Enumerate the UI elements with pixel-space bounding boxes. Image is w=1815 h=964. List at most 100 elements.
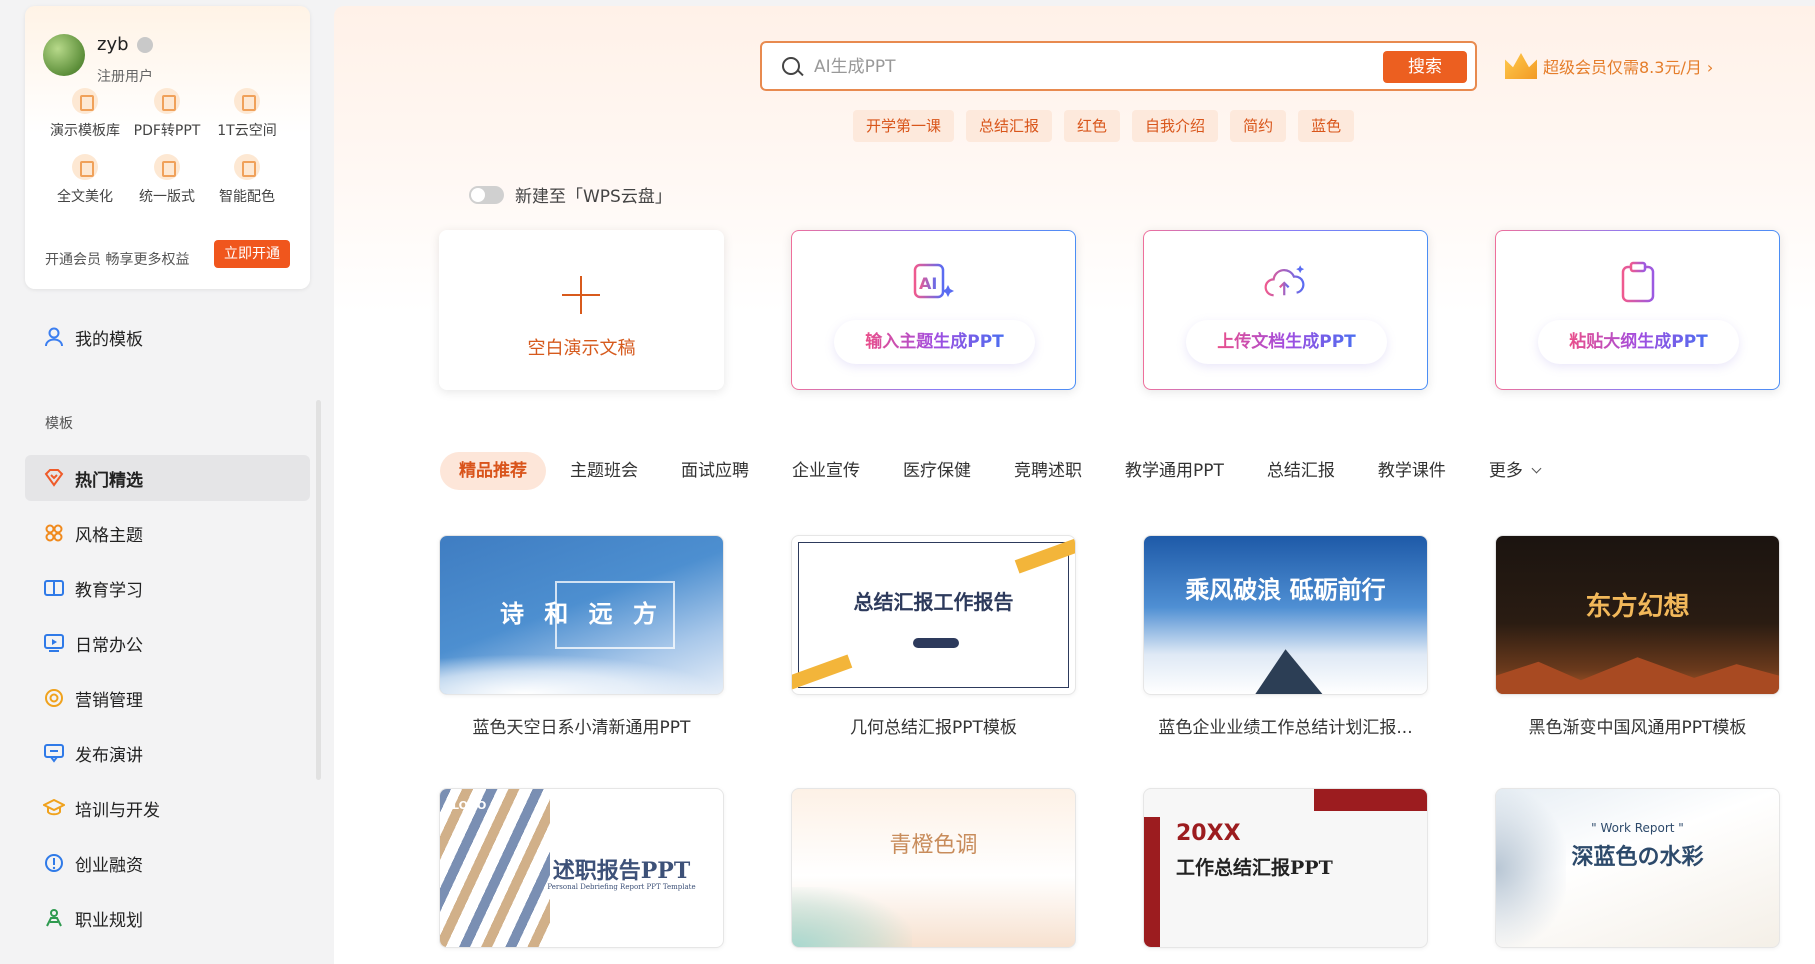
sidebar-item-my-templates[interactable]: 我的模板 xyxy=(25,314,310,360)
quick-tag[interactable]: 红色 xyxy=(1064,110,1121,142)
quick-tag[interactable]: 自我介绍 xyxy=(1132,110,1219,142)
cloud-upload-icon xyxy=(1263,259,1309,305)
template-thumbnail[interactable]: 乘风破浪 砥砺前行 xyxy=(1143,535,1428,695)
pdf-convert-icon xyxy=(154,88,180,114)
red-bar-decoration xyxy=(1144,817,1160,947)
user-card: zyb 注册用户 演示模板库 PDF转PPT 1T云空间 全文美化 统一版式 智… xyxy=(25,6,310,289)
training-icon xyxy=(43,797,65,819)
sidebar-item-education[interactable]: 教育学习 xyxy=(25,565,310,611)
open-membership-button[interactable]: 立即开通 xyxy=(214,240,290,268)
sidebar-item-funding[interactable]: 创业融资 xyxy=(25,840,310,886)
upload-generate-card[interactable]: 上传文档生成PPT xyxy=(1143,230,1428,390)
sidebar-item-label: 职业规划 xyxy=(75,910,143,931)
template-card[interactable]: 20XX 工作总结汇报PPT xyxy=(1143,788,1428,964)
tool-label: PDF转PPT xyxy=(133,123,201,139)
tab-interview[interactable]: 面试应聘 xyxy=(681,452,749,490)
tool-template-library[interactable]: 演示模板库 xyxy=(39,88,131,140)
template-thumbnail[interactable]: 20XX 工作总结汇报PPT xyxy=(1143,788,1428,948)
member-promo-text: 开通会员 畅享更多权益 xyxy=(45,252,190,268)
sidebar: zyb 注册用户 演示模板库 PDF转PPT 1T云空间 全文美化 统一版式 智… xyxy=(0,0,334,964)
sidebar-item-label: 热门精选 xyxy=(75,470,143,491)
sidebar-scrollbar[interactable] xyxy=(316,400,321,780)
tool-pdf-to-ppt[interactable]: PDF转PPT xyxy=(121,88,213,140)
template-thumbnail[interactable]: " Work Report " 深蓝色の水彩 xyxy=(1495,788,1780,948)
template-thumbnail[interactable]: 总结汇报工作报告 xyxy=(791,535,1076,695)
template-name: 蓝色天空日系小清新通用PPT xyxy=(472,718,691,738)
sidebar-item-marketing[interactable]: 营销管理 xyxy=(25,675,310,721)
vip-promo-text: 超级会员仅需8.3元/月 › xyxy=(1543,58,1714,77)
office-icon xyxy=(43,632,65,654)
cloud-save-toggle[interactable]: 新建至「WPS云盘」 xyxy=(469,182,672,207)
tab-featured[interactable]: 精品推荐 xyxy=(440,452,546,490)
quick-tag[interactable]: 总结汇报 xyxy=(966,110,1053,142)
tab-courseware[interactable]: 教学课件 xyxy=(1378,452,1446,490)
template-card[interactable]: 总结汇报工作报告 几何总结汇报PPT模板 xyxy=(791,535,1076,738)
tool-beautify[interactable]: 全文美化 xyxy=(39,154,131,206)
tool-unify-layout[interactable]: 统一版式 xyxy=(121,154,213,206)
tab-more-label: 更多 xyxy=(1488,461,1523,481)
template-card[interactable]: 东方幻想 黑色渐变中国风通用PPT模板 xyxy=(1495,535,1780,738)
avatar[interactable] xyxy=(43,34,85,76)
sidebar-item-style[interactable]: 风格主题 xyxy=(25,510,310,556)
quick-tag[interactable]: 简约 xyxy=(1230,110,1287,142)
template-card[interactable]: 青橙色调 xyxy=(791,788,1076,964)
blank-presentation-label: 空白演示文稿 xyxy=(527,338,636,359)
tool-smart-color[interactable]: 智能配色 xyxy=(201,154,293,206)
topic-generate-card[interactable]: AI 输入主题生成PPT xyxy=(791,230,1076,390)
template-name: 黑色渐变中国风通用PPT模板 xyxy=(1528,718,1747,738)
template-thumb-year: 20XX xyxy=(1176,821,1241,846)
sidebar-item-label: 营销管理 xyxy=(75,690,143,711)
quick-search-tags: 开学第一课 总结汇报 红色 自我介绍 简约 蓝色 xyxy=(853,110,1355,142)
template-thumb-title: 东方幻想 xyxy=(1585,592,1690,622)
tab-campaign[interactable]: 竞聘述职 xyxy=(1014,452,1082,490)
topic-generate-label: 输入主题生成PPT xyxy=(865,332,1004,352)
quick-tag[interactable]: 开学第一课 xyxy=(853,110,955,142)
template-card[interactable]: 乘风破浪 砥砺前行 蓝色企业业绩工作总结计划汇报... xyxy=(1143,535,1428,738)
sidebar-item-hot[interactable]: 热门精选 xyxy=(25,455,310,501)
template-thumbnail[interactable]: 东方幻想 xyxy=(1495,535,1780,695)
template-thumb-title: 工作总结汇报PPT xyxy=(1176,857,1333,879)
template-thumb-title: 述职报告PPT xyxy=(552,858,691,884)
hot-icon xyxy=(43,467,65,489)
marketing-icon xyxy=(43,687,65,709)
cloud-storage-icon xyxy=(234,88,260,114)
thumb-pill xyxy=(913,638,959,648)
mountain-decoration xyxy=(1254,649,1324,694)
tab-medical[interactable]: 医疗保健 xyxy=(903,452,971,490)
template-thumbnail[interactable]: 青橙色调 xyxy=(791,788,1076,948)
user-name: zyb xyxy=(97,34,129,55)
template-card[interactable]: LOGO 述职报告PPT Personal Debriefing Report … xyxy=(439,788,724,964)
outline-generate-card[interactable]: 粘贴大纲生成PPT xyxy=(1495,230,1780,390)
sidebar-item-training[interactable]: 培训与开发 xyxy=(25,785,310,831)
outline-generate-button[interactable]: 粘贴大纲生成PPT xyxy=(1538,320,1739,364)
upload-generate-button[interactable]: 上传文档生成PPT xyxy=(1186,320,1387,364)
sidebar-item-office[interactable]: 日常办公 xyxy=(25,620,310,666)
tab-more[interactable]: 更多 xyxy=(1488,452,1542,490)
tab-corporate[interactable]: 企业宣传 xyxy=(792,452,860,490)
search-button[interactable]: 搜索 xyxy=(1383,51,1467,83)
template-thumbnail[interactable]: LOGO 述职报告PPT Personal Debriefing Report … xyxy=(439,788,724,948)
search-icon xyxy=(782,57,800,75)
topic-generate-button[interactable]: 输入主题生成PPT xyxy=(834,320,1035,364)
sidebar-item-label: 风格主题 xyxy=(75,525,143,546)
red-bar-decoration xyxy=(1314,789,1427,811)
template-card[interactable]: " Work Report " 深蓝色の水彩 xyxy=(1495,788,1780,964)
search-box[interactable]: 搜索 xyxy=(760,41,1477,91)
blank-presentation-card[interactable]: 空白演示文稿 xyxy=(439,230,724,390)
watercolor-decoration xyxy=(792,887,912,947)
sidebar-item-label: 日常办公 xyxy=(75,635,143,656)
sidebar-section-label: 模板 xyxy=(45,416,73,432)
template-card[interactable]: 诗 和 远 方 蓝色天空日系小清新通用PPT xyxy=(439,535,724,738)
tab-summary-report[interactable]: 总结汇报 xyxy=(1267,452,1335,490)
sidebar-item-career[interactable]: 职业规划 xyxy=(25,895,310,941)
tool-label: 演示模板库 xyxy=(50,123,120,139)
quick-tag[interactable]: 蓝色 xyxy=(1298,110,1355,142)
vip-promo-link[interactable]: 超级会员仅需8.3元/月 › xyxy=(1505,53,1713,79)
tab-class-meeting[interactable]: 主题班会 xyxy=(570,452,638,490)
tool-cloud-storage[interactable]: 1T云空间 xyxy=(201,88,293,140)
tab-teaching-general[interactable]: 教学通用PPT xyxy=(1125,452,1224,490)
toggle-switch[interactable] xyxy=(469,185,504,204)
sidebar-item-speech[interactable]: 发布演讲 xyxy=(25,730,310,776)
template-thumbnail[interactable]: 诗 和 远 方 xyxy=(439,535,724,695)
search-input[interactable] xyxy=(814,55,1334,79)
